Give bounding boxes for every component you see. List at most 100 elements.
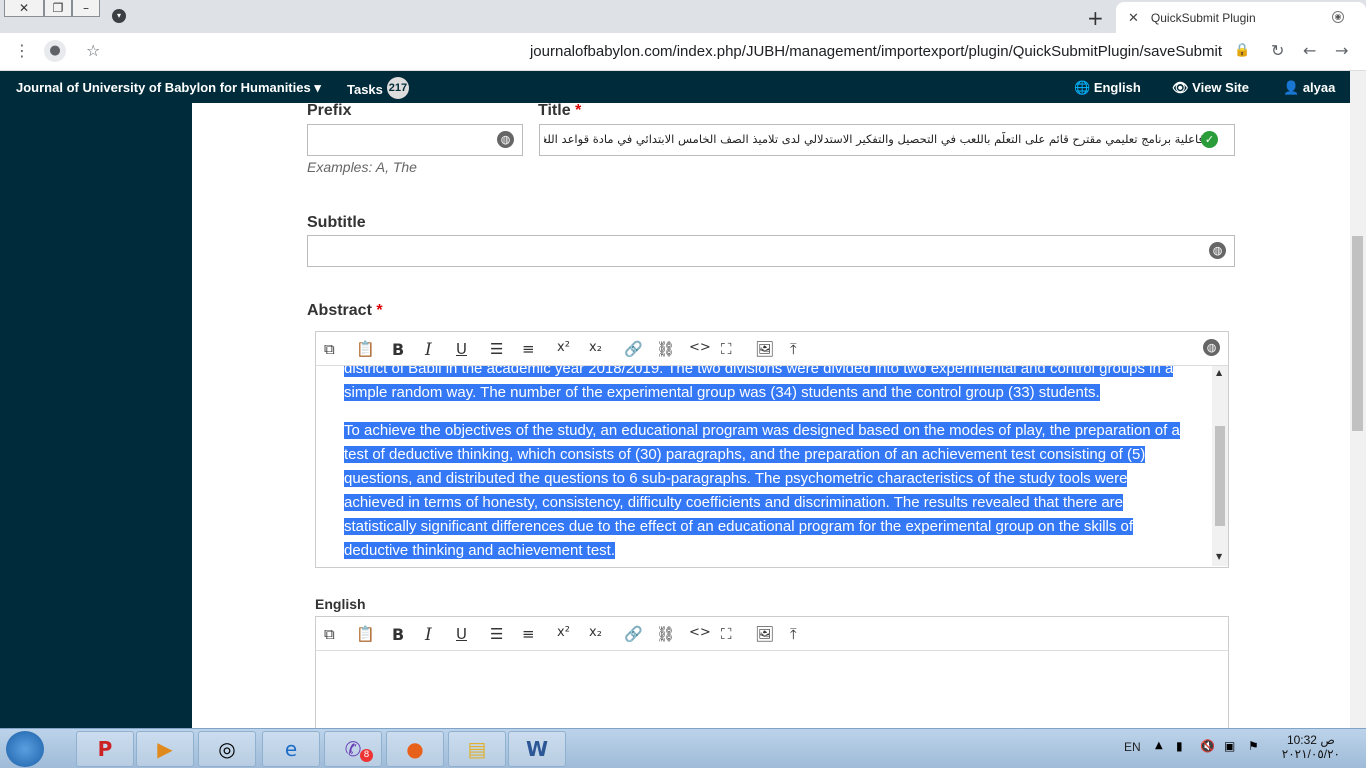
copy-icon[interactable]: ⧉ [324, 340, 335, 358]
window-close-icon[interactable]: ✕ [4, 0, 44, 17]
word-app-icon[interactable]: W [508, 731, 566, 767]
subscript-button[interactable]: x₂ [589, 340, 602, 355]
superscript-button[interactable]: x² [557, 625, 570, 640]
code-icon[interactable]: <> [689, 340, 711, 355]
unlink-icon[interactable]: ⛓ [656, 340, 675, 358]
user-menu[interactable]: 👤 alyaa [1283, 80, 1335, 96]
forward-icon[interactable]: → [1335, 41, 1348, 60]
prefix-input[interactable]: ◍ [307, 124, 523, 156]
volume-icon[interactable]: 🔇 [1200, 739, 1215, 753]
page-scrollbar[interactable] [1350, 71, 1366, 728]
abstract-scrollbar[interactable]: ▲ ▼ [1212, 366, 1228, 566]
abstract-body[interactable]: district of Babil in the academic year 2… [316, 366, 1212, 568]
language-check-icon[interactable]: ✓ [1201, 131, 1218, 148]
unlink-icon[interactable]: ⛓ [656, 625, 675, 643]
tab-quicksubmit[interactable]: ✕ QuickSubmit Plugin ◉ [1116, 2, 1366, 33]
tray-expand-icon[interactable]: ▲ [1155, 740, 1163, 751]
italic-button[interactable]: I [425, 625, 432, 645]
main-content: Prefix ◍ Examples: A, The Title * فاعلية… [192, 103, 1350, 728]
abstract-line: simple random way. The number of the exp… [344, 384, 1100, 401]
copy-icon[interactable]: ⧉ [324, 625, 335, 643]
abstract-line: district of Babil in the academic year 2… [344, 366, 1174, 381]
bookmark-star-icon[interactable]: ☆ [86, 41, 100, 60]
lock-icon[interactable]: 🔒 [1234, 43, 1250, 58]
upload-icon[interactable]: ⤒ [790, 340, 797, 358]
title-value: فاعلية برنامج تعليمي مقترح قائم على التع… [544, 132, 1204, 146]
english-toolbar: ⧉ 📋 B I U ☰ ≡ x² x₂ 🔗 ⛓ <> ⛶ 🖼 ⤒ [316, 617, 1228, 651]
start-button[interactable] [6, 731, 44, 767]
profile-icon[interactable]: ● [44, 40, 66, 62]
abstract-toolbar: ⧉ 📋 B I U ☰ ≡ x² x₂ 🔗 ⛓ <> ⛶ 🖼 ⤒ ◍ [316, 332, 1228, 366]
scroll-down-icon[interactable]: ▼ [1216, 552, 1222, 561]
abstract-line: deductive thinking and achievement test. [344, 542, 616, 559]
globe-icon[interactable]: ◍ [497, 131, 514, 148]
tray-app-icon[interactable]: ▣ [1224, 739, 1235, 753]
url-field[interactable]: journalofbabylon.com/index.php/JUBH/mana… [530, 43, 1222, 60]
english-abstract-editor[interactable]: ⧉ 📋 B I U ☰ ≡ x² x₂ 🔗 ⛓ <> ⛶ 🖼 ⤒ [315, 616, 1229, 728]
tab-close-icon[interactable]: ✕ [1128, 10, 1139, 26]
numbered-list-icon[interactable]: ≡ [522, 625, 535, 643]
subscript-button[interactable]: x₂ [589, 625, 602, 640]
reload-icon[interactable]: ↻ [1271, 41, 1284, 60]
journal-switcher[interactable]: Journal of University of Babylon for Hum… [16, 80, 321, 96]
psiphon-app-icon[interactable]: P [76, 731, 134, 767]
italic-button[interactable]: I [425, 340, 432, 360]
bold-button[interactable]: B [392, 625, 404, 644]
code-icon[interactable]: <> [689, 625, 711, 640]
menu-dots-icon[interactable]: ⋮ [14, 41, 30, 60]
viber-app-icon[interactable]: ✆ 8 [324, 731, 382, 767]
image-icon[interactable]: 🖼 [755, 625, 774, 643]
scroll-up-icon[interactable]: ▲ [1216, 368, 1222, 377]
window-restore-icon[interactable]: ❐ [44, 0, 72, 17]
window-minimize-icon[interactable]: – [72, 0, 100, 17]
abstract-editor[interactable]: ⧉ 📋 B I U ☰ ≡ x² x₂ 🔗 ⛓ <> ⛶ 🖼 ⤒ ◍ distr… [315, 331, 1229, 568]
image-icon[interactable]: 🖼 [755, 340, 774, 358]
link-icon[interactable]: 🔗 [624, 625, 643, 643]
globe-icon[interactable]: ◍ [1203, 339, 1220, 356]
abstract-line: statistically significant differences du… [344, 518, 1134, 535]
explorer-app-icon[interactable]: ▤ [448, 731, 506, 767]
paste-icon[interactable]: 📋 [356, 340, 375, 358]
fullscreen-icon[interactable]: ⛶ [721, 340, 732, 358]
english-label: English [315, 596, 366, 612]
ie-app-icon[interactable]: e [262, 731, 320, 767]
subtitle-label: Subtitle [307, 214, 366, 231]
bullet-list-icon[interactable]: ☰ [490, 340, 503, 358]
subtitle-input[interactable]: ◍ [307, 235, 1235, 267]
back-icon[interactable]: ← [1303, 41, 1316, 60]
abstract-line: achieved in terms of honesty, consistenc… [344, 494, 1124, 511]
paste-icon[interactable]: 📋 [356, 625, 375, 643]
app-navbar: Journal of University of Babylon for Hum… [0, 71, 1366, 103]
language-menu[interactable]: 🌐 English [1074, 80, 1141, 96]
tab-title: QuickSubmit Plugin [1150, 10, 1256, 25]
title-label: Title * [538, 103, 582, 119]
network-icon[interactable]: ▮ [1176, 739, 1183, 753]
bold-button[interactable]: B [392, 340, 404, 359]
globe-icon: 🌐 [1074, 80, 1091, 95]
upload-icon[interactable]: ⤒ [790, 625, 797, 643]
underline-button[interactable]: U [456, 340, 467, 358]
underline-button[interactable]: U [456, 625, 467, 643]
new-tab-button[interactable]: + [1087, 6, 1104, 30]
clock[interactable]: 10:32 ص ٢٠٢١/٠٥/٢٠ [1282, 733, 1340, 761]
flag-icon[interactable]: ⚑ [1248, 739, 1259, 753]
firefox-app-icon[interactable]: ● [386, 731, 444, 767]
view-site-link[interactable]: 👁 View Site [1172, 80, 1249, 96]
tasks-menu[interactable]: Tasks 217 [347, 77, 409, 102]
superscript-button[interactable]: x² [557, 340, 570, 355]
fullscreen-icon[interactable]: ⛶ [721, 625, 732, 643]
input-language[interactable]: EN [1124, 740, 1141, 754]
chrome-app-icon[interactable]: ◎ [198, 731, 256, 767]
globe-icon[interactable]: ◍ [1209, 242, 1226, 259]
abstract-line: To achieve the objectives of the study, … [344, 422, 1180, 439]
tasks-count-badge: 217 [386, 77, 409, 99]
taskbar: P ▶ ◎ e ✆ 8 ● ▤ W EN ▲ ▮ 🔇 ▣ ⚑ 10:32 ص ٢٠… [0, 728, 1366, 768]
media-player-icon[interactable]: ▶ [136, 731, 194, 767]
numbered-list-icon[interactable]: ≡ [522, 340, 535, 358]
bullet-list-icon[interactable]: ☰ [490, 625, 503, 643]
user-icon: 👤 [1283, 80, 1300, 95]
sidebar [0, 103, 192, 728]
title-input[interactable]: فاعلية برنامج تعليمي مقترح قائم على التع… [539, 124, 1235, 156]
link-icon[interactable]: 🔗 [624, 340, 643, 358]
tab-search-icon[interactable]: ▾ [112, 9, 126, 23]
